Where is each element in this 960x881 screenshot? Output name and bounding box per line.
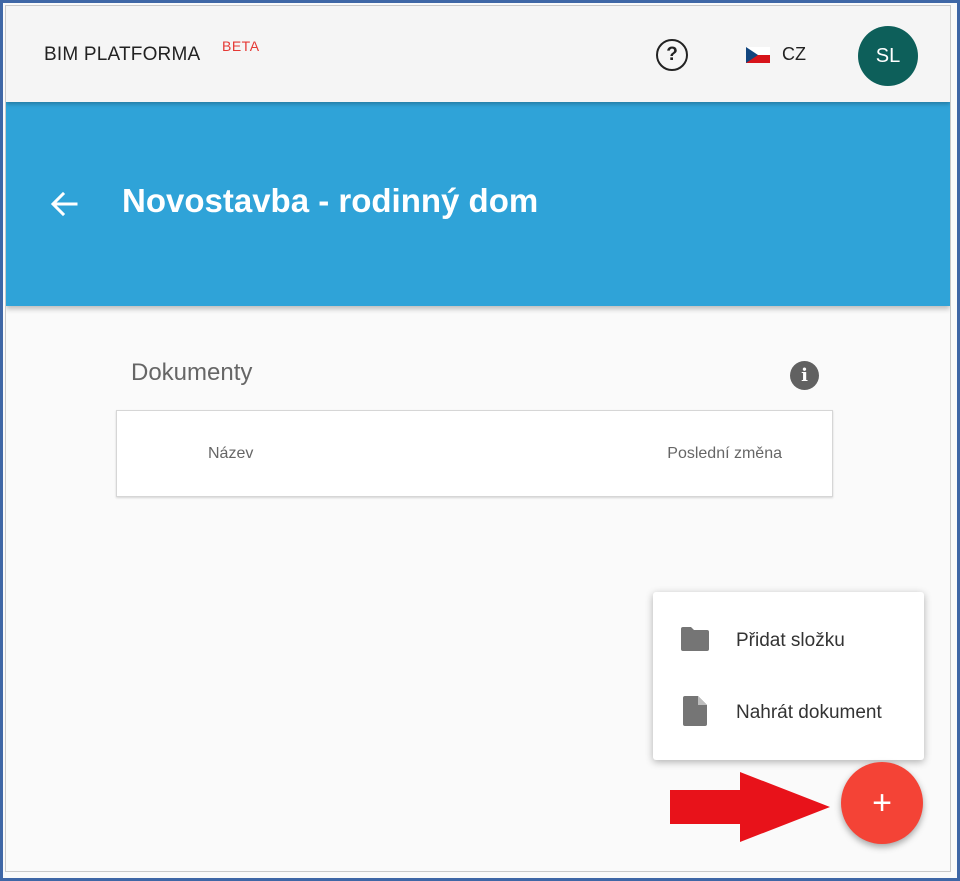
page-title: Novostavba - rodinný dom <box>122 182 539 219</box>
documents-table: Název Poslední změna <box>116 410 833 497</box>
column-header-last-changed[interactable]: Poslední změna <box>667 445 782 463</box>
brand-name: BIM PLATFORMA <box>44 44 201 65</box>
language-label: CZ <box>782 44 806 64</box>
screenshot-frame: BIM PLATFORMA BETA ? CZ SL Novostavba - … <box>0 0 960 881</box>
menu-item-label: Přidat složku <box>736 630 845 651</box>
beta-badge: BETA <box>222 38 260 54</box>
folder-icon <box>679 626 711 657</box>
back-arrow-icon[interactable] <box>46 186 82 222</box>
speed-dial-menu: Přidat složku Nahrát dokument <box>653 592 924 760</box>
czech-flag-icon <box>746 46 770 63</box>
menu-item-label: Nahrát dokument <box>736 702 882 723</box>
page-header: Novostavba - rodinný dom <box>6 102 950 306</box>
column-header-name[interactable]: Název <box>208 445 253 463</box>
app-window: BIM PLATFORMA BETA ? CZ SL Novostavba - … <box>5 5 951 872</box>
info-icon[interactable]: i <box>790 361 819 390</box>
menu-item-upload-document[interactable]: Nahrát dokument <box>653 683 924 743</box>
top-app-bar: BIM PLATFORMA BETA ? CZ SL <box>6 6 950 102</box>
add-fab-button[interactable]: + <box>841 762 923 844</box>
user-avatar[interactable]: SL <box>858 26 918 86</box>
menu-item-add-folder[interactable]: Přidat složku <box>653 611 924 671</box>
file-icon <box>683 695 707 731</box>
language-selector[interactable]: CZ <box>746 44 806 65</box>
annotation-arrow-icon <box>670 772 830 842</box>
documents-title: Dokumenty <box>131 359 253 386</box>
help-icon[interactable]: ? <box>656 39 688 71</box>
